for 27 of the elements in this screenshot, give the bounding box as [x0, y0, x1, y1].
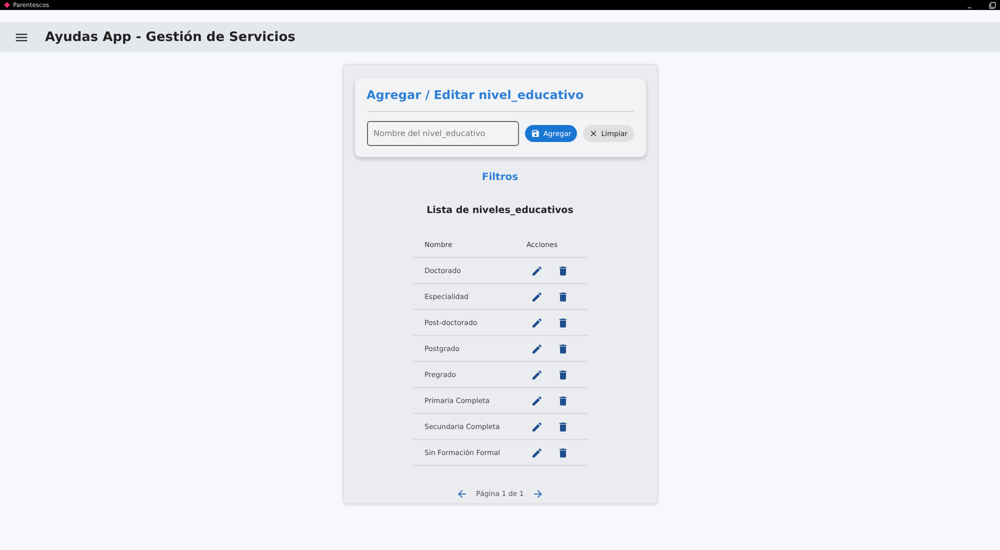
edit-icon[interactable]	[530, 394, 542, 406]
trash-icon[interactable]	[556, 446, 568, 458]
filters-label[interactable]: Filtros	[482, 172, 518, 183]
list-title: Lista de niveles_educativos	[426, 205, 574, 216]
trash-icon[interactable]	[556, 264, 568, 276]
edit-icon[interactable]	[530, 342, 542, 354]
edit-icon[interactable]	[530, 368, 542, 380]
next-page-icon[interactable]	[532, 488, 544, 500]
close-icon	[589, 129, 598, 138]
trash-icon[interactable]	[556, 290, 568, 302]
trash-icon[interactable]	[556, 316, 568, 328]
edit-icon[interactable]	[530, 420, 542, 432]
trash-icon[interactable]	[556, 394, 568, 406]
restore-icon[interactable]	[989, 2, 996, 8]
edit-icon[interactable]	[530, 264, 542, 276]
save-icon	[531, 129, 540, 138]
trash-icon[interactable]	[556, 368, 568, 380]
previous-page-icon[interactable]	[456, 488, 468, 500]
edit-icon[interactable]	[530, 290, 542, 302]
edit-icon[interactable]	[530, 316, 542, 328]
app-logo-icon	[4, 2, 10, 8]
form-title: Agregar / Editar nivel_educativo	[366, 88, 634, 112]
app-title: Ayudas App - Gestión de Servicios	[45, 30, 296, 44]
trash-icon[interactable]	[556, 420, 568, 432]
trash-icon[interactable]	[556, 342, 568, 354]
name-input-field[interactable]: Nombre del nivel_educativo	[366, 121, 520, 146]
edit-icon[interactable]	[530, 446, 542, 458]
